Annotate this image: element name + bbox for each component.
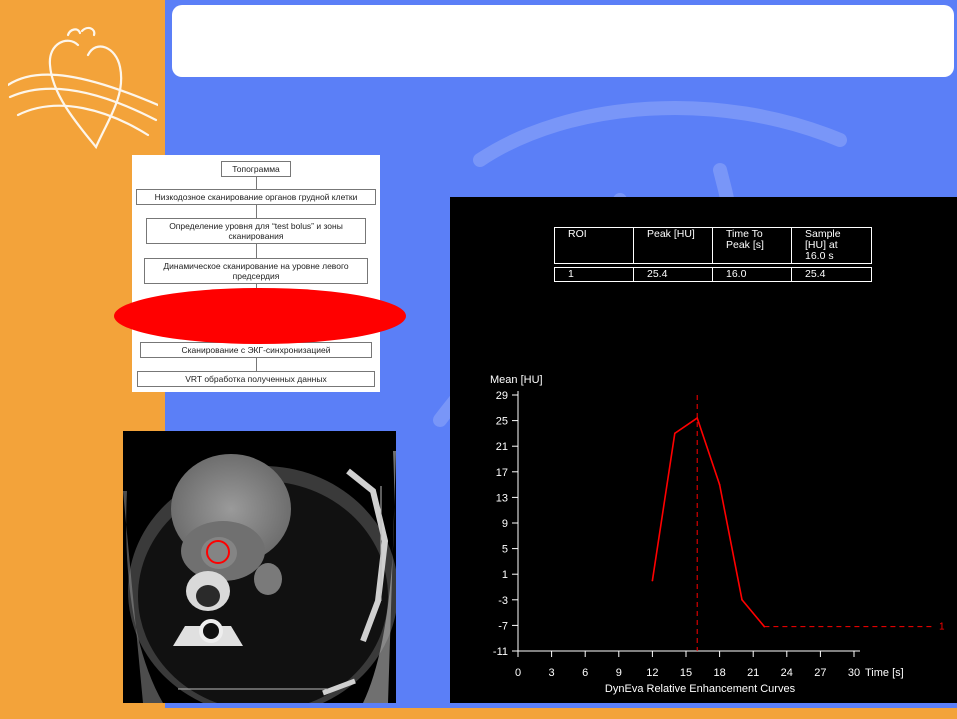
y-tick-label: 29 <box>496 390 508 402</box>
flowchart-step: Топограмма <box>221 161 291 177</box>
y-tick-label: 17 <box>496 467 508 479</box>
y-tick-label: 5 <box>502 544 508 556</box>
data-point <box>674 432 676 435</box>
x-tick-label: 15 <box>680 667 692 679</box>
y-tick-label: -11 <box>493 646 508 658</box>
flowchart-step: Определение уровня для “test bolus” и зо… <box>146 218 366 244</box>
flowchart-step: Сканирование с ЭКГ-синхронизацией <box>140 342 372 358</box>
slide-title-box <box>172 5 954 77</box>
y-tick-label: 13 <box>496 492 508 504</box>
data-point <box>718 483 721 486</box>
data-point <box>651 579 654 582</box>
x-tick-label: 3 <box>549 667 555 679</box>
flowchart-step: Низкодозное сканирование органов грудной… <box>136 189 376 205</box>
flowchart-step: VRT обработка полученных данных <box>137 371 375 387</box>
enhancement-line-chart: 29 25 21 17 13 9 5 1 -3 -7 -11 0 3 6 9 12 15 18 21 24 27 30 Me… <box>490 374 945 695</box>
flowchart-connector <box>256 204 257 218</box>
data-point <box>741 599 743 601</box>
x-tick-label: 12 <box>646 667 658 679</box>
flowchart-connector <box>256 176 257 189</box>
x-tick-label: 6 <box>582 667 588 679</box>
x-tick-label: 18 <box>713 667 725 679</box>
y-tick-label: -3 <box>498 595 508 607</box>
y-tick-label: -7 <box>498 620 508 632</box>
workflow-flowchart: Топограмма Низкодозное сканирование орга… <box>132 155 380 392</box>
series-label: 1 <box>939 622 945 633</box>
enhancement-curve-panel: ROI Peak [HU] Time To Peak [s] Sample [H… <box>450 197 957 703</box>
y-axis-label: Mean [HU] <box>490 374 543 386</box>
flowchart-connector <box>256 357 257 371</box>
heart-logo-icon <box>8 26 158 150</box>
flowchart-step: Динамическое сканирование на уровне лево… <box>144 258 368 284</box>
y-tick-label: 1 <box>502 569 508 581</box>
bottom-orange-band <box>0 708 957 719</box>
flowchart-connector <box>256 244 257 258</box>
y-tick-label: 9 <box>502 518 508 530</box>
data-point <box>696 417 698 419</box>
y-tick-label: 25 <box>496 416 508 428</box>
x-axis-label: Time [s] <box>865 667 904 679</box>
x-tick-label: 0 <box>515 667 521 679</box>
red-highlight-oval <box>114 288 406 344</box>
y-tick-label: 21 <box>496 441 508 453</box>
chart-title: DynEva Relative Enhancement Curves <box>605 683 796 695</box>
x-tick-label: 27 <box>814 667 826 679</box>
x-tick-label: 21 <box>747 667 759 679</box>
series-line <box>651 416 766 628</box>
ct-scan-image <box>123 431 396 703</box>
x-tick-label: 24 <box>781 667 793 679</box>
x-tick-label: 9 <box>616 667 622 679</box>
x-tick-label: 30 <box>848 667 860 679</box>
